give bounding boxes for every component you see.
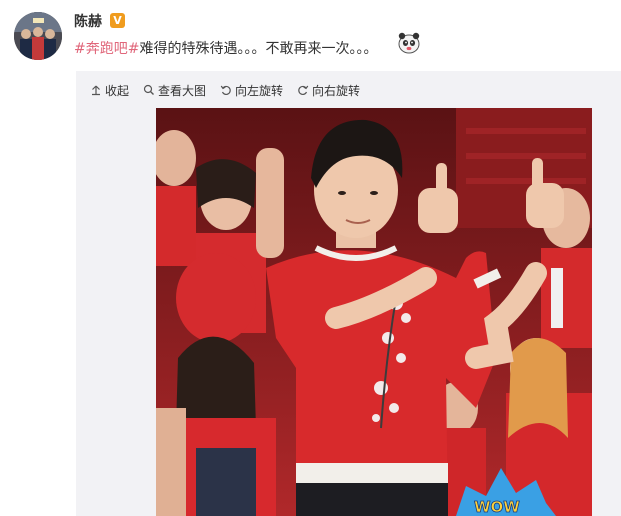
photo-scene: WOW — [156, 108, 592, 516]
rotate-right-icon — [298, 85, 309, 96]
image-toolbar: 收起 查看大图 向左旋转 向右旋转 — [90, 81, 374, 99]
panda-emoji-icon — [398, 32, 420, 54]
post-body: 难得的特殊待遇。。。不敢再来一次。。。 — [139, 41, 378, 57]
view-large-button[interactable]: 查看大图 — [143, 82, 206, 99]
magnifier-icon — [143, 84, 155, 95]
hashtag-link[interactable]: #奔跑吧# — [74, 41, 139, 57]
rotate-right-label: 向右旋转 — [312, 83, 361, 98]
rotate-left-label: 向左旋转 — [235, 83, 284, 98]
rotate-left-button[interactable]: 向左旋转 — [220, 82, 283, 99]
weibo-post: 陈赫 V #奔跑吧#难得的特殊待遇。。。不敢再来一次。。。 收起 查看大图 向左… — [0, 0, 621, 516]
rotate-right-button[interactable]: 向右旋转 — [297, 82, 360, 99]
avatar-image — [14, 12, 62, 60]
post-photo[interactable]: WOW — [156, 108, 592, 516]
wow-text: WOW — [474, 498, 520, 516]
media-panel: 收起 查看大图 向左旋转 向右旋转 WOW — [76, 71, 621, 516]
author-name[interactable]: 陈赫 — [74, 11, 102, 31]
arrow-up-icon — [92, 85, 100, 96]
view-large-label: 查看大图 — [158, 83, 207, 98]
post-text: #奔跑吧#难得的特殊待遇。。。不敢再来一次。。。 — [74, 38, 377, 58]
collapse-label: 收起 — [105, 83, 130, 98]
verified-badge-icon: V — [110, 13, 125, 28]
avatar[interactable] — [14, 12, 62, 60]
collapse-button[interactable]: 收起 — [90, 82, 129, 99]
rotate-left-icon — [220, 85, 231, 96]
